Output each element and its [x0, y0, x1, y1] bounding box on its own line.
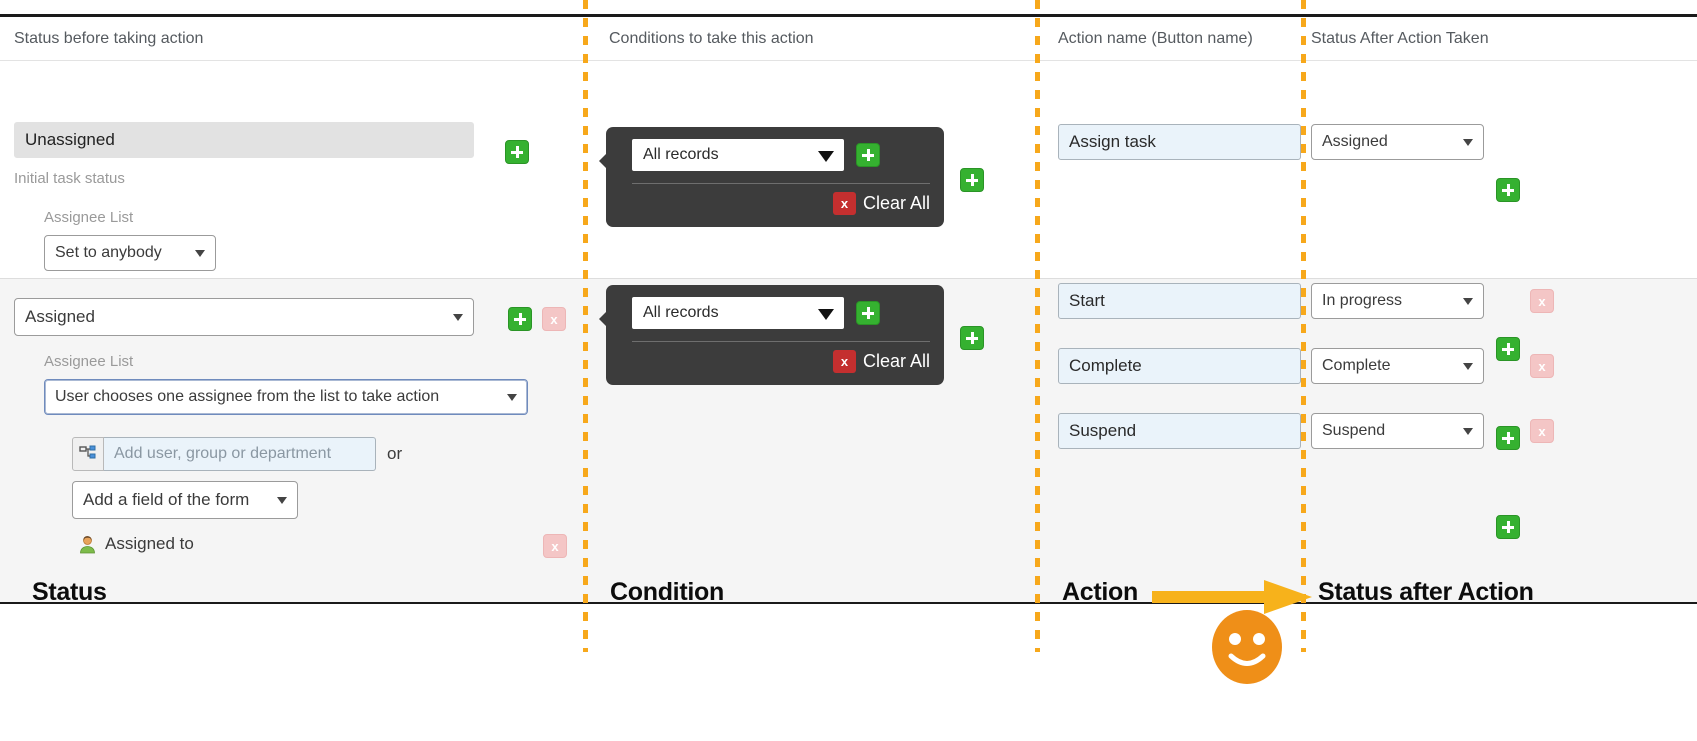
clear-all-label-row1: Clear All	[862, 193, 930, 213]
panel-pointer-icon	[599, 153, 607, 169]
action-name-field-row1-0[interactable]: Assign task	[1058, 124, 1301, 160]
clear-all-row2[interactable]: x Clear All	[632, 350, 930, 373]
chevron-down-icon	[818, 309, 834, 320]
status-before-value-row2: Assigned	[25, 307, 95, 326]
add-action-button-row2-0[interactable]	[1496, 337, 1520, 361]
smiley-face-icon	[1208, 608, 1286, 691]
action-name-field-row2-1[interactable]: Complete	[1058, 348, 1301, 384]
or-label-row2: or	[387, 444, 403, 463]
delete-assignee-chip-button-row2[interactable]: x	[543, 534, 567, 558]
panel-pointer-icon	[599, 311, 607, 327]
table-row: Unassigned Initial task status Assignee …	[0, 61, 1697, 279]
chevron-down-icon	[195, 250, 205, 257]
assignee-list-label-row2: Assignee List	[44, 353, 134, 370]
chevron-down-icon	[1463, 363, 1473, 370]
chevron-down-icon	[1463, 428, 1473, 435]
close-icon[interactable]: x	[832, 192, 856, 215]
add-form-field-value-row2: Add a field of the form	[83, 490, 250, 509]
condition-select-value-row2: All records	[643, 304, 719, 321]
column-header-conditions: Conditions to take this action	[609, 30, 814, 47]
action-name-field-row2-2[interactable]: Suspend	[1058, 413, 1301, 449]
column-header-action-name: Action name (Button name)	[1058, 30, 1253, 47]
condition-panel-row1: All records x Clear All	[599, 127, 944, 227]
guide-line-condition-action	[1035, 0, 1040, 652]
column-header-status-before: Status before taking action	[14, 30, 204, 47]
chevron-down-icon	[507, 394, 517, 401]
add-form-field-select-row2[interactable]: Add a field of the form	[72, 481, 298, 519]
add-action-button-row2-1[interactable]	[1496, 426, 1520, 450]
add-user-row-row2: Add user, group or department or	[72, 437, 402, 471]
add-status-button-row2[interactable]	[508, 307, 532, 331]
workflow-status-matrix: Status before taking action Conditions t…	[0, 0, 1697, 741]
status-after-value-row1-0: Assigned	[1322, 133, 1388, 150]
status-after-value-row2-0: In progress	[1322, 292, 1403, 309]
column-header-status-after: Status After Action Taken	[1311, 30, 1489, 47]
add-condition-button-row2[interactable]	[856, 301, 880, 325]
status-action-table: Status before taking action Conditions t…	[0, 14, 1697, 604]
delete-action-button-row2-2[interactable]: x	[1530, 419, 1554, 443]
status-after-value-row2-2: Suspend	[1322, 422, 1386, 439]
assignee-list-label-row1: Assignee List	[44, 209, 134, 226]
add-condition-button-row1[interactable]	[856, 143, 880, 167]
delete-action-button-row2-1[interactable]: x	[1530, 354, 1554, 378]
add-action-button-row2-2[interactable]	[1496, 515, 1520, 539]
status-after-select-row2-0[interactable]: In progress	[1311, 283, 1484, 319]
status-after-value-row2-1: Complete	[1322, 357, 1391, 374]
action-name-value-row2-2: Suspend	[1058, 413, 1301, 449]
user-icon	[80, 535, 95, 553]
chevron-down-icon	[818, 151, 834, 162]
assignee-chip-row2: Assigned to	[78, 534, 194, 554]
status-after-select-row1-0[interactable]: Assigned	[1311, 124, 1484, 160]
condition-divider	[632, 183, 930, 184]
table-row: Assigned x Assignee List User chooses on…	[0, 279, 1697, 602]
delete-action-button-row2-0[interactable]: x	[1530, 289, 1554, 313]
legend-status-after-action: Status after Action	[1318, 578, 1534, 606]
assignee-mode-select-row2[interactable]: User chooses one assignee from the list …	[44, 379, 528, 415]
legend-action: Action	[1062, 578, 1138, 606]
add-action-button-row1-0[interactable]	[1496, 178, 1520, 202]
chevron-down-icon	[1463, 298, 1473, 305]
assignee-mode-select-value-row2: User chooses one assignee from the list …	[55, 388, 440, 405]
assignee-mode-select-value-row1: Set to anybody	[55, 244, 162, 261]
add-condition-group-button-row2[interactable]	[960, 326, 984, 350]
condition-select-row1[interactable]: All records	[632, 139, 844, 171]
condition-select-value-row1: All records	[643, 146, 719, 163]
status-before-select-row2[interactable]: Assigned	[14, 298, 474, 336]
action-name-value-row1-0: Assign task	[1058, 124, 1301, 160]
status-helper-text-row1: Initial task status	[14, 170, 125, 187]
delete-status-button-row2[interactable]: x	[542, 307, 566, 331]
status-before-value-row1: Unassigned	[14, 122, 474, 158]
assignee-mode-select-row1[interactable]: Set to anybody	[44, 235, 216, 271]
status-after-select-row2-1[interactable]: Complete	[1311, 348, 1484, 384]
clear-all-label-row2: Clear All	[862, 351, 930, 371]
org-tree-icon[interactable]	[72, 437, 104, 471]
guide-line-status-condition	[583, 0, 588, 652]
chevron-down-icon	[1463, 139, 1473, 146]
legend-status: Status	[32, 578, 107, 606]
status-readonly-field: Unassigned	[14, 122, 474, 158]
table-header-row: Status before taking action Conditions t…	[0, 17, 1697, 61]
condition-divider	[632, 341, 930, 342]
add-user-input-row2[interactable]: Add user, group or department	[104, 437, 376, 471]
condition-panel-row2: All records x Clear All	[599, 285, 944, 385]
status-after-select-row2-2[interactable]: Suspend	[1311, 413, 1484, 449]
close-icon[interactable]: x	[832, 350, 856, 373]
chevron-down-icon	[453, 314, 463, 321]
clear-all-row1[interactable]: x Clear All	[632, 192, 930, 215]
action-name-field-row2-0[interactable]: Start	[1058, 283, 1301, 319]
condition-select-row2[interactable]: All records	[632, 297, 844, 329]
add-status-button-row1[interactable]	[505, 140, 529, 164]
assignee-chip-label-row2: Assigned to	[105, 534, 194, 553]
add-condition-group-button-row1[interactable]	[960, 168, 984, 192]
chevron-down-icon	[277, 497, 287, 504]
guide-line-action-statusafter	[1301, 0, 1306, 652]
action-name-value-row2-1: Complete	[1058, 348, 1301, 384]
legend-condition: Condition	[610, 578, 724, 606]
action-name-value-row2-0: Start	[1058, 283, 1301, 319]
